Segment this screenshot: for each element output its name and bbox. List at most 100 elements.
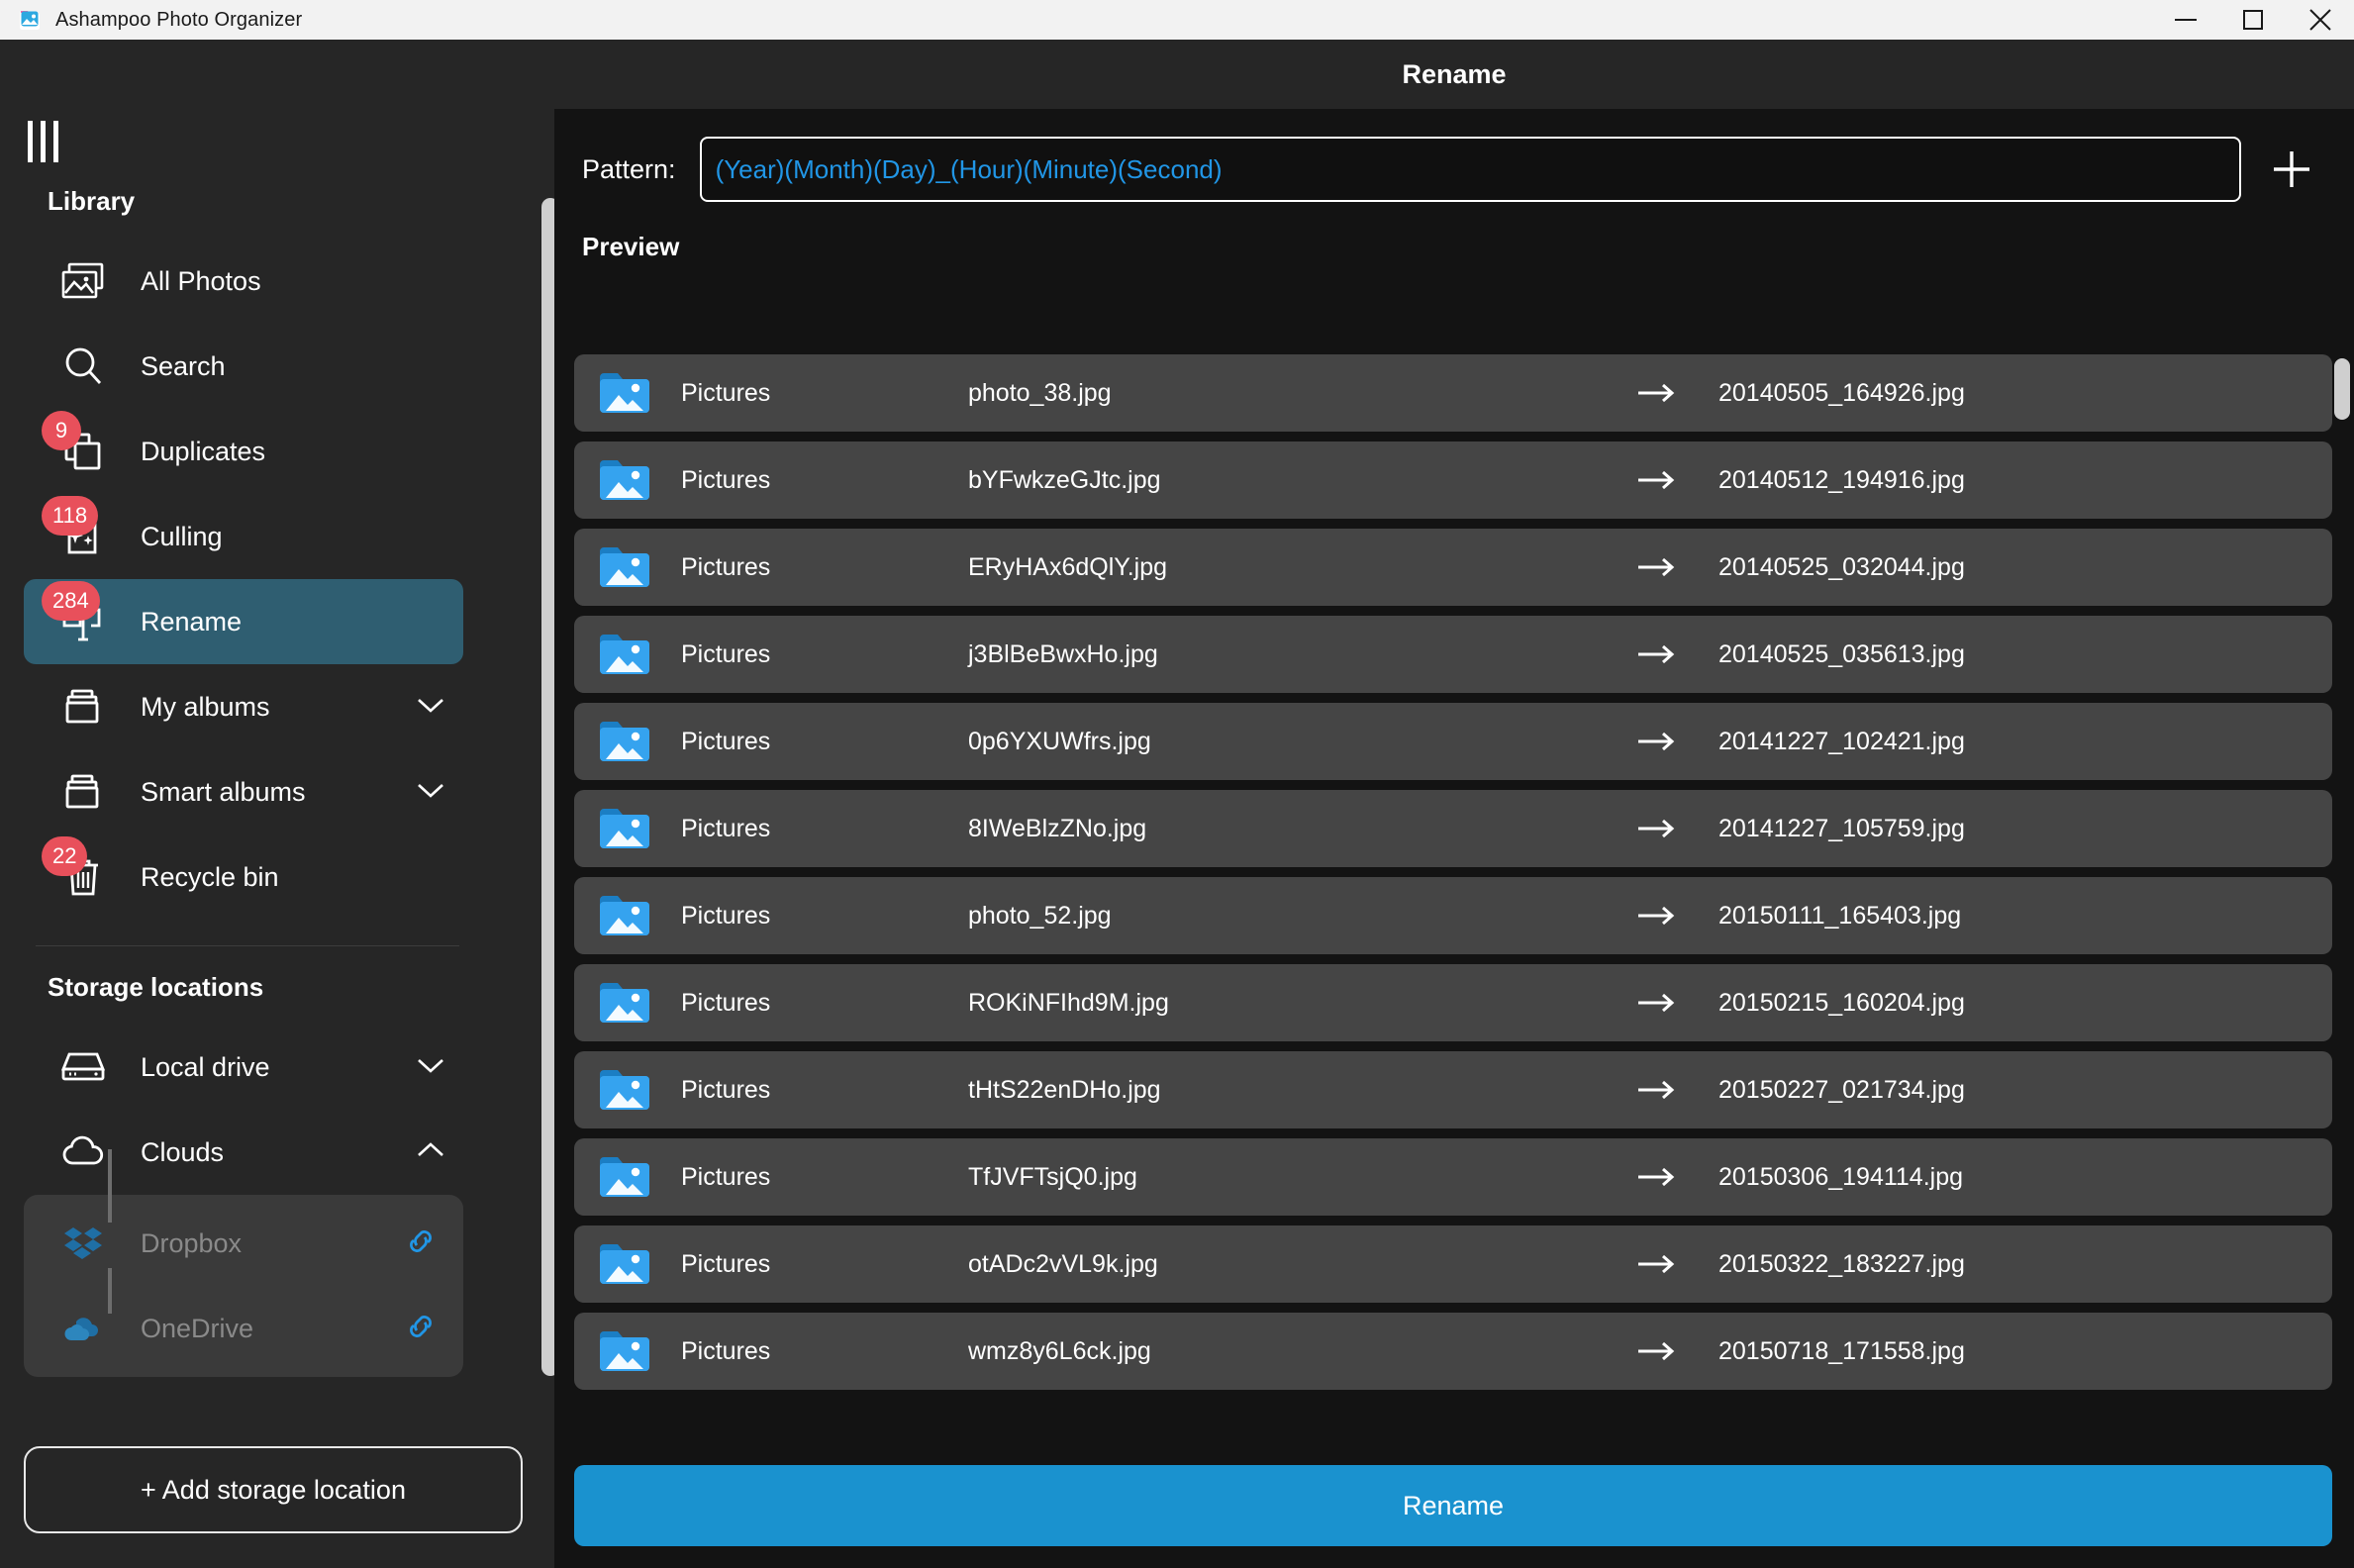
row-new-filename: 20150215_160204.jpg: [1718, 988, 1965, 1017]
plus-icon[interactable]: [2265, 143, 2318, 196]
close-icon[interactable]: [2287, 0, 2354, 40]
preview-list: Pictures photo_38.jpg 20140505_164926.jpg…: [574, 354, 2332, 1445]
sidebar-item-duplicates[interactable]: 9 Duplicates: [24, 409, 463, 494]
sidebar-item-label: All Photos: [141, 265, 261, 296]
folder-image-icon: [598, 1240, 651, 1288]
chevron-down-icon[interactable]: [416, 696, 445, 719]
minimize-icon[interactable]: [2152, 0, 2219, 40]
row-new-filename: 20140525_035613.jpg: [1718, 639, 1965, 668]
row-old-filename: 8IWeBlzZNo.jpg: [968, 814, 1147, 842]
sidebar-item-label: Culling: [141, 521, 223, 551]
arrow-right-icon: [1637, 1253, 1683, 1275]
sidebar-item-smart-albums[interactable]: Smart albums: [24, 749, 463, 834]
folder-image-icon: [598, 718, 651, 765]
table-row[interactable]: Pictures bYFwkzeGJtc.jpg 20140512_194916.…: [574, 441, 2332, 519]
hard-drive-icon: [55, 1039, 111, 1095]
album-icon: [55, 764, 111, 820]
main-panel: Rename Pattern: Preview Pictures photo_38…: [554, 40, 2354, 1568]
folder-image-icon: [598, 979, 651, 1027]
dropbox-icon: [55, 1216, 111, 1271]
row-old-filename: wmz8y6L6ck.jpg: [968, 1336, 1151, 1365]
row-location: Pictures: [681, 1336, 771, 1365]
chevron-down-icon[interactable]: [416, 781, 445, 804]
sidebar-item-label: My albums: [141, 691, 270, 722]
row-location: Pictures: [681, 639, 771, 668]
sidebar-item-label: Duplicates: [141, 436, 266, 466]
sidebar-scrollbar[interactable]: [541, 198, 554, 1376]
window-title: Ashampoo Photo Organizer: [55, 8, 303, 31]
row-new-filename: 20140512_194916.jpg: [1718, 465, 1965, 494]
sidebar-item-all-photos[interactable]: All Photos: [24, 239, 463, 324]
chevron-down-icon[interactable]: [416, 1056, 445, 1079]
sidebar-item-label: Local drive: [141, 1051, 270, 1082]
sidebar: Library All Photos Search 9 Duplicates 1…: [0, 40, 554, 1568]
table-row[interactable]: Pictures j3BlBeBwxHo.jpg 20140525_035613.…: [574, 616, 2332, 693]
arrow-right-icon: [1637, 556, 1683, 578]
row-location: Pictures: [681, 378, 771, 407]
pattern-input[interactable]: [699, 137, 2241, 202]
sidebar-item-label: Rename: [141, 606, 243, 637]
arrow-right-icon: [1637, 992, 1683, 1014]
sidebar-item-label: Clouds: [141, 1136, 225, 1167]
sidebar-scroll-content: Library All Photos Search 9 Duplicates 1…: [0, 186, 554, 1568]
row-new-filename: 20141227_105759.jpg: [1718, 814, 1965, 842]
arrow-right-icon: [1637, 1340, 1683, 1362]
table-row[interactable]: Pictures wmz8y6L6ck.jpg 20150718_171558.j…: [574, 1313, 2332, 1390]
row-new-filename: 20141227_102421.jpg: [1718, 727, 1965, 755]
sidebar-item-label: Dropbox: [141, 1227, 243, 1258]
table-row[interactable]: Pictures ROKiNFIhd9M.jpg 20150215_160204.…: [574, 964, 2332, 1041]
sidebar-item-label: OneDrive: [141, 1313, 254, 1343]
sidebar-item-my-albums[interactable]: My albums: [24, 664, 463, 749]
hamburger-icon[interactable]: [28, 121, 63, 162]
table-row[interactable]: Pictures 0p6YXUWfrs.jpg 20141227_102421.j…: [574, 703, 2332, 780]
sidebar-item-clouds[interactable]: Clouds: [24, 1110, 463, 1195]
maximize-icon[interactable]: [2219, 0, 2287, 40]
table-row[interactable]: Pictures tHtS22enDHo.jpg 20150227_021734.…: [574, 1051, 2332, 1128]
sidebar-item-label: Smart albums: [141, 776, 306, 807]
photos-icon: [55, 253, 111, 309]
sidebar-item-culling[interactable]: 118 Culling: [24, 494, 463, 579]
table-row[interactable]: Pictures ERyHAx6dQlY.jpg 20140525_032044.…: [574, 529, 2332, 606]
cloud-children-group: Dropbox OneDrive: [24, 1149, 463, 1377]
sidebar-item-dropbox[interactable]: Dropbox: [24, 1201, 463, 1286]
chevron-up-icon[interactable]: [416, 1141, 445, 1164]
sidebar-item-rename[interactable]: 284 Rename: [24, 579, 463, 664]
folder-image-icon: [598, 1327, 651, 1375]
folder-image-icon: [598, 1066, 651, 1114]
table-row[interactable]: Pictures photo_52.jpg 20150111_165403.jpg: [574, 877, 2332, 954]
row-new-filename: 20140505_164926.jpg: [1718, 378, 1965, 407]
table-row[interactable]: Pictures photo_38.jpg 20140505_164926.jpg: [574, 354, 2332, 432]
main-header: Rename: [554, 40, 2354, 109]
row-location: Pictures: [681, 988, 771, 1017]
table-row[interactable]: Pictures TfJVFTsjQ0.jpg 20150306_194114.j…: [574, 1138, 2332, 1216]
sidebar-item-local-drive[interactable]: Local drive: [24, 1025, 463, 1110]
folder-image-icon: [598, 456, 651, 504]
sidebar-item-recycle-bin[interactable]: 22 Recycle bin: [24, 834, 463, 920]
preview-list-scrollbar[interactable]: [2334, 358, 2350, 420]
row-location: Pictures: [681, 1162, 771, 1191]
add-storage-location-button[interactable]: + Add storage location: [24, 1446, 523, 1533]
link-icon[interactable]: [404, 1225, 438, 1263]
folder-image-icon: [598, 631, 651, 678]
page-title: Rename: [1402, 58, 1507, 89]
folder-image-icon: [598, 892, 651, 939]
storage-section-title: Storage locations: [48, 972, 264, 1002]
table-row[interactable]: Pictures 8IWeBlzZNo.jpg 20141227_105759.j…: [574, 790, 2332, 867]
rename-button[interactable]: Rename: [574, 1465, 2332, 1546]
table-row[interactable]: Pictures otADc2vVL9k.jpg 20150322_183227.…: [574, 1225, 2332, 1303]
onedrive-icon: [55, 1301, 111, 1356]
sidebar-item-onedrive[interactable]: OneDrive: [24, 1286, 463, 1371]
row-location: Pictures: [681, 1075, 771, 1104]
arrow-right-icon: [1637, 1079, 1683, 1101]
row-new-filename: 20150227_021734.jpg: [1718, 1075, 1965, 1104]
status-badge: 9: [42, 411, 81, 450]
row-old-filename: photo_52.jpg: [968, 901, 1112, 930]
sidebar-item-search[interactable]: Search: [24, 324, 463, 409]
row-new-filename: 20140525_032044.jpg: [1718, 552, 1965, 581]
library-section-title: Library: [48, 186, 136, 216]
folder-image-icon: [598, 369, 651, 417]
title-bar: Ashampoo Photo Organizer: [0, 0, 2354, 40]
row-location: Pictures: [681, 1249, 771, 1278]
row-new-filename: 20150111_165403.jpg: [1718, 901, 1962, 930]
link-icon[interactable]: [404, 1310, 438, 1348]
